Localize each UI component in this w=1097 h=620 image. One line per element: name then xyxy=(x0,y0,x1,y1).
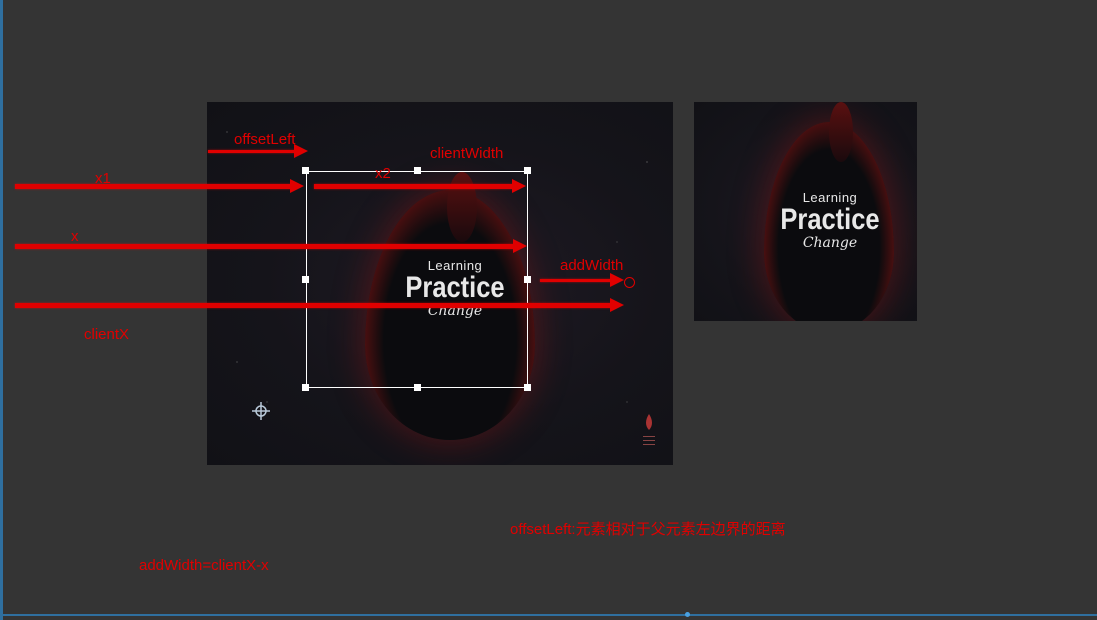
resize-handle-top[interactable] xyxy=(414,167,421,174)
label-client-x: clientX xyxy=(84,326,130,343)
offset-left-arrow xyxy=(208,144,308,158)
bottom-edge-marker xyxy=(685,612,690,617)
preview-cover-script-title: Change xyxy=(802,235,858,251)
resize-handle-right[interactable] xyxy=(524,276,531,283)
label-add-width: addWidth xyxy=(560,257,624,274)
label-x2: x2 xyxy=(375,165,391,182)
label-x1: x1 xyxy=(95,170,111,187)
crop-selection-box[interactable] xyxy=(306,171,528,388)
preview-flame-tip xyxy=(829,102,853,162)
preview-cover-text-group: Learning Practice Change xyxy=(760,190,900,251)
ring-icon xyxy=(624,277,635,288)
label-offset-left-description: offsetLeft:元素相对于父元素左边界的距离 xyxy=(510,521,786,538)
resize-handle-top-right[interactable] xyxy=(524,167,531,174)
resize-handle-bottom-right[interactable] xyxy=(524,384,531,391)
resize-handle-left[interactable] xyxy=(302,276,309,283)
crosshair-icon xyxy=(252,402,270,420)
preview-image: Learning Practice Change xyxy=(694,102,917,321)
resize-handle-bottom[interactable] xyxy=(414,384,421,391)
client-x-arrow xyxy=(15,298,624,312)
label-client-width: clientWidth xyxy=(430,145,504,162)
resize-handle-top-left[interactable] xyxy=(302,167,309,174)
bottom-edge-line xyxy=(0,614,1097,616)
x-arrow xyxy=(15,239,527,253)
resize-handle-bottom-left[interactable] xyxy=(302,384,309,391)
label-offset-left: offsetLeft xyxy=(234,131,296,148)
corner-logo xyxy=(639,412,659,452)
label-x: x xyxy=(71,228,79,245)
preview-cover-big-title: Practice xyxy=(780,203,880,236)
x1-arrow xyxy=(15,179,304,193)
add-width-arrow xyxy=(540,273,624,287)
canvas-stage: Learning Practice Change Learning Practi… xyxy=(0,0,1097,620)
label-formula: addWidth=clientX-x xyxy=(139,557,269,574)
left-edge-line xyxy=(0,0,3,620)
client-width-arrow xyxy=(314,179,526,193)
